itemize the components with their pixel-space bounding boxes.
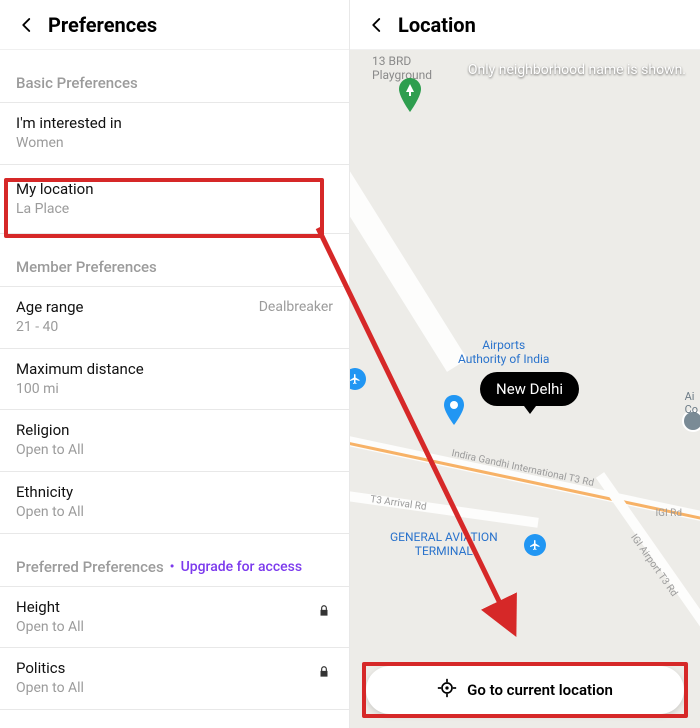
park-pin-icon [398,78,422,112]
bullet-icon: • [170,559,175,575]
airport-pin-icon [524,534,546,556]
back-icon[interactable] [16,14,38,36]
map[interactable]: 13 BRD Playground Only neighborhood name… [350,50,700,728]
header-right: Location [350,0,700,50]
map-poi-label: Ai Co [685,390,698,416]
row-value: 21 - 40 [16,318,333,338]
row-value: Open to All [16,441,333,461]
header-left: Preferences [0,0,349,50]
row-label: I'm interested in [16,113,333,134]
city-bubble: New Delhi [480,372,579,406]
row-value: 100 mi [16,380,333,400]
row-age-range[interactable]: Dealbreaker Age range 21 - 40 [0,287,349,349]
row-ethnicity[interactable]: Ethnicity Open to All [0,472,349,534]
lock-icon [317,603,333,619]
row-value: Open to All [16,503,333,523]
map-road-label: T3 Arrival Rd [370,494,428,513]
row-max-distance[interactable]: Maximum distance 100 mi [0,349,349,411]
map-poi-label: GENERAL AVIATION TERMINAL [390,530,498,558]
section-basic-header: Basic Preferences [0,50,349,103]
row-label: Politics [16,658,333,679]
upgrade-link[interactable]: Upgrade for access [181,559,302,575]
lock-icon [317,664,333,680]
row-value: Open to All [16,618,333,638]
row-my-location[interactable]: My location La Place [0,165,349,235]
info-pin-icon [442,395,466,425]
row-value: Open to All [16,679,333,699]
map-label: 13 BRD [372,54,411,68]
crosshair-icon [437,678,457,702]
city-name: New Delhi [496,380,563,398]
map-poi-label: Airports Authority of India [458,338,549,366]
location-pane: Location 13 BRD Playground Only neighbor… [350,0,700,728]
row-label: Religion [16,420,333,441]
row-label: My location [16,179,333,200]
row-religion[interactable]: Religion Open to All [0,410,349,472]
row-label: Height [16,597,333,618]
section-member-header: Member Preferences [0,234,349,287]
page-title: Location [398,13,476,37]
row-interested-in[interactable]: I'm interested in Women [0,103,349,165]
map-road [350,156,467,372]
row-label: Maximum distance [16,359,333,380]
row-value: Women [16,134,333,154]
goto-label: Go to current location [467,681,613,699]
preferred-header-text: Preferred Preferences [16,558,164,576]
airport-pin-icon [350,368,366,390]
page-title: Preferences [48,13,157,37]
map-road-label: IGI Rd [655,508,682,519]
preferences-pane: Preferences Basic Preferences I'm intere… [0,0,350,728]
row-height[interactable]: Height Open to All [0,587,349,649]
map-banner: Only neighborhood name is shown. [468,62,686,78]
dealbreaker-label: Dealbreaker [259,299,333,315]
back-icon[interactable] [366,14,388,36]
row-politics[interactable]: Politics Open to All [0,648,349,710]
row-label: Ethnicity [16,482,333,503]
goto-current-location-button[interactable]: Go to current location [366,666,684,714]
section-preferred-header: Preferred Preferences • Upgrade for acce… [0,534,349,587]
row-value: La Place [16,200,333,220]
